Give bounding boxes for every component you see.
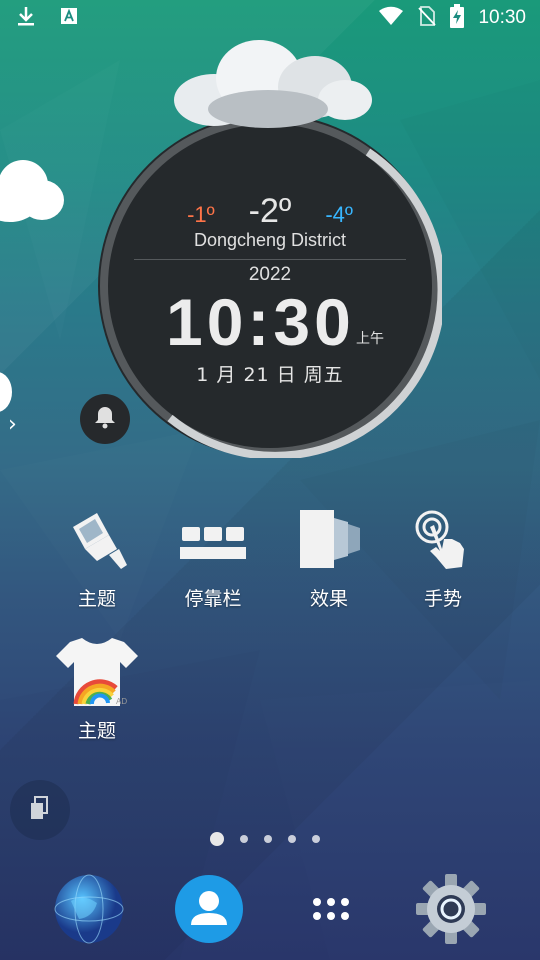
divider xyxy=(134,259,406,260)
page-dot-active[interactable] xyxy=(210,832,224,846)
dock-globe[interactable] xyxy=(52,874,126,948)
status-time: 10:30 xyxy=(478,7,526,28)
battery-charging-icon xyxy=(450,4,465,32)
settings-gear-icon xyxy=(414,872,488,950)
weather-cloud-icon-partial xyxy=(0,156,70,226)
chevron-right-icon[interactable]: › xyxy=(8,412,17,437)
temperature-row: -1º -2º -4º xyxy=(98,192,442,231)
svg-text:AD: AD xyxy=(116,697,127,706)
app-label: 效果 xyxy=(309,588,348,610)
app-dock[interactable]: 停靠栏 xyxy=(158,500,268,611)
recent-apps-button[interactable] xyxy=(10,780,70,840)
am-pm-label: 上午 xyxy=(356,331,384,347)
page-dot[interactable] xyxy=(264,835,272,843)
bell-icon xyxy=(92,404,118,434)
app-effects[interactable]: 效果 xyxy=(274,500,384,611)
page-indicator[interactable] xyxy=(210,832,320,846)
temp-current: -2º xyxy=(248,192,292,230)
theme-shirt-icon: AD xyxy=(42,632,152,712)
no-sim-icon xyxy=(418,5,437,31)
dock-bar xyxy=(0,874,540,950)
app-label: 主题 xyxy=(77,720,116,742)
app-gesture[interactable]: 手势 xyxy=(388,500,498,611)
alarm-bell-button[interactable] xyxy=(80,394,130,444)
page-dot[interactable] xyxy=(240,835,248,843)
font-icon xyxy=(60,7,78,29)
dock-app-drawer[interactable] xyxy=(294,874,368,948)
temp-high: -1º xyxy=(187,202,215,227)
effects-icon xyxy=(274,500,384,580)
app-label: 手势 xyxy=(423,588,462,610)
app-theme[interactable]: 主题 xyxy=(42,500,152,611)
date-label: 1 月 21 日 周五 xyxy=(196,364,344,386)
location-label: Dongcheng District xyxy=(193,230,347,250)
page-dot[interactable] xyxy=(288,835,296,843)
contacts-icon xyxy=(173,873,245,949)
status-bar: 10:30 xyxy=(0,0,540,36)
year-label: 2022 xyxy=(248,264,292,285)
dock-settings[interactable] xyxy=(414,874,488,948)
temp-low: -4º xyxy=(325,202,353,227)
clock-time: 10:30 xyxy=(166,285,355,359)
copy-icon xyxy=(29,795,51,825)
theme-brush-icon xyxy=(42,500,152,580)
wifi-icon xyxy=(378,6,404,30)
dock-contacts[interactable] xyxy=(172,874,246,948)
app-label: 主题 xyxy=(77,588,116,610)
weather-clock-widget[interactable]: -1º -2º -4º Dongcheng District 2022 10:3… xyxy=(98,114,442,458)
globe-icon xyxy=(53,873,125,949)
app-theme-shirt[interactable]: AD 主题 xyxy=(42,632,152,743)
page-dot[interactable] xyxy=(312,835,320,843)
dock-icon xyxy=(158,500,268,580)
app-label: 停靠栏 xyxy=(184,588,242,610)
weather-cloud-icon xyxy=(168,34,374,130)
gesture-icon xyxy=(388,500,498,580)
download-icon xyxy=(16,5,36,31)
app-drawer-icon xyxy=(311,896,351,926)
